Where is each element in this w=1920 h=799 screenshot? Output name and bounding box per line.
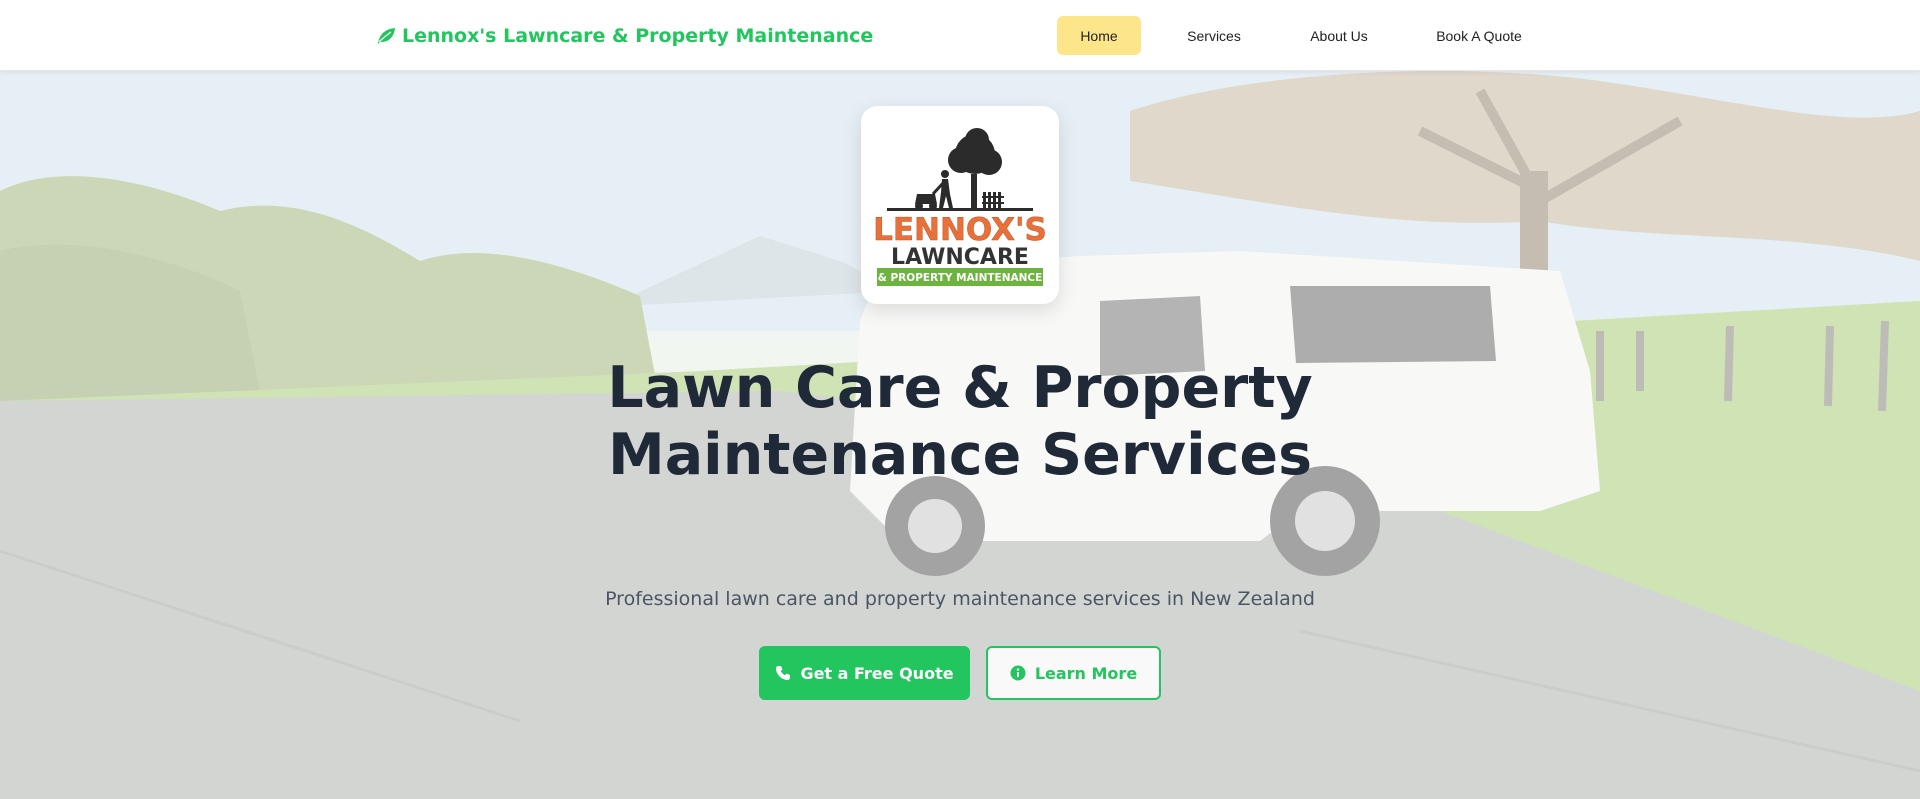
logo-line1: LENNOX'S: [873, 212, 1047, 248]
company-logo: LENNOX'S LAWNCARE & PROPERTY MAINTENANCE: [861, 106, 1059, 304]
leaf-icon: [376, 27, 396, 45]
brand-link[interactable]: Lennox's Lawncare & Property Maintenance: [376, 22, 873, 50]
logo-line3: & PROPERTY MAINTENANCE: [878, 272, 1043, 284]
navbar: Lennox's Lawncare & Property Maintenance…: [0, 0, 1920, 71]
get-free-quote-button[interactable]: Get a Free Quote: [759, 646, 970, 700]
nav-book-a-quote[interactable]: Book A Quote: [1414, 16, 1544, 55]
brand-name: Lennox's Lawncare & Property Maintenance: [402, 25, 874, 47]
get-free-quote-label: Get a Free Quote: [800, 663, 954, 683]
hero-title: Lawn Care & Property Maintenance Service…: [607, 355, 1313, 488]
phone-icon: [775, 665, 791, 681]
learn-more-label: Learn More: [1034, 663, 1138, 683]
learn-more-button[interactable]: Learn More: [986, 646, 1161, 700]
nav-about-us[interactable]: About Us: [1286, 16, 1392, 55]
info-circle-icon: [1010, 665, 1026, 681]
logo-line2: LAWNCARE: [891, 245, 1029, 270]
nav-services[interactable]: Services: [1166, 16, 1262, 55]
nav-home[interactable]: Home: [1057, 16, 1141, 55]
hero-subtitle: Professional lawn care and property main…: [605, 588, 1315, 610]
